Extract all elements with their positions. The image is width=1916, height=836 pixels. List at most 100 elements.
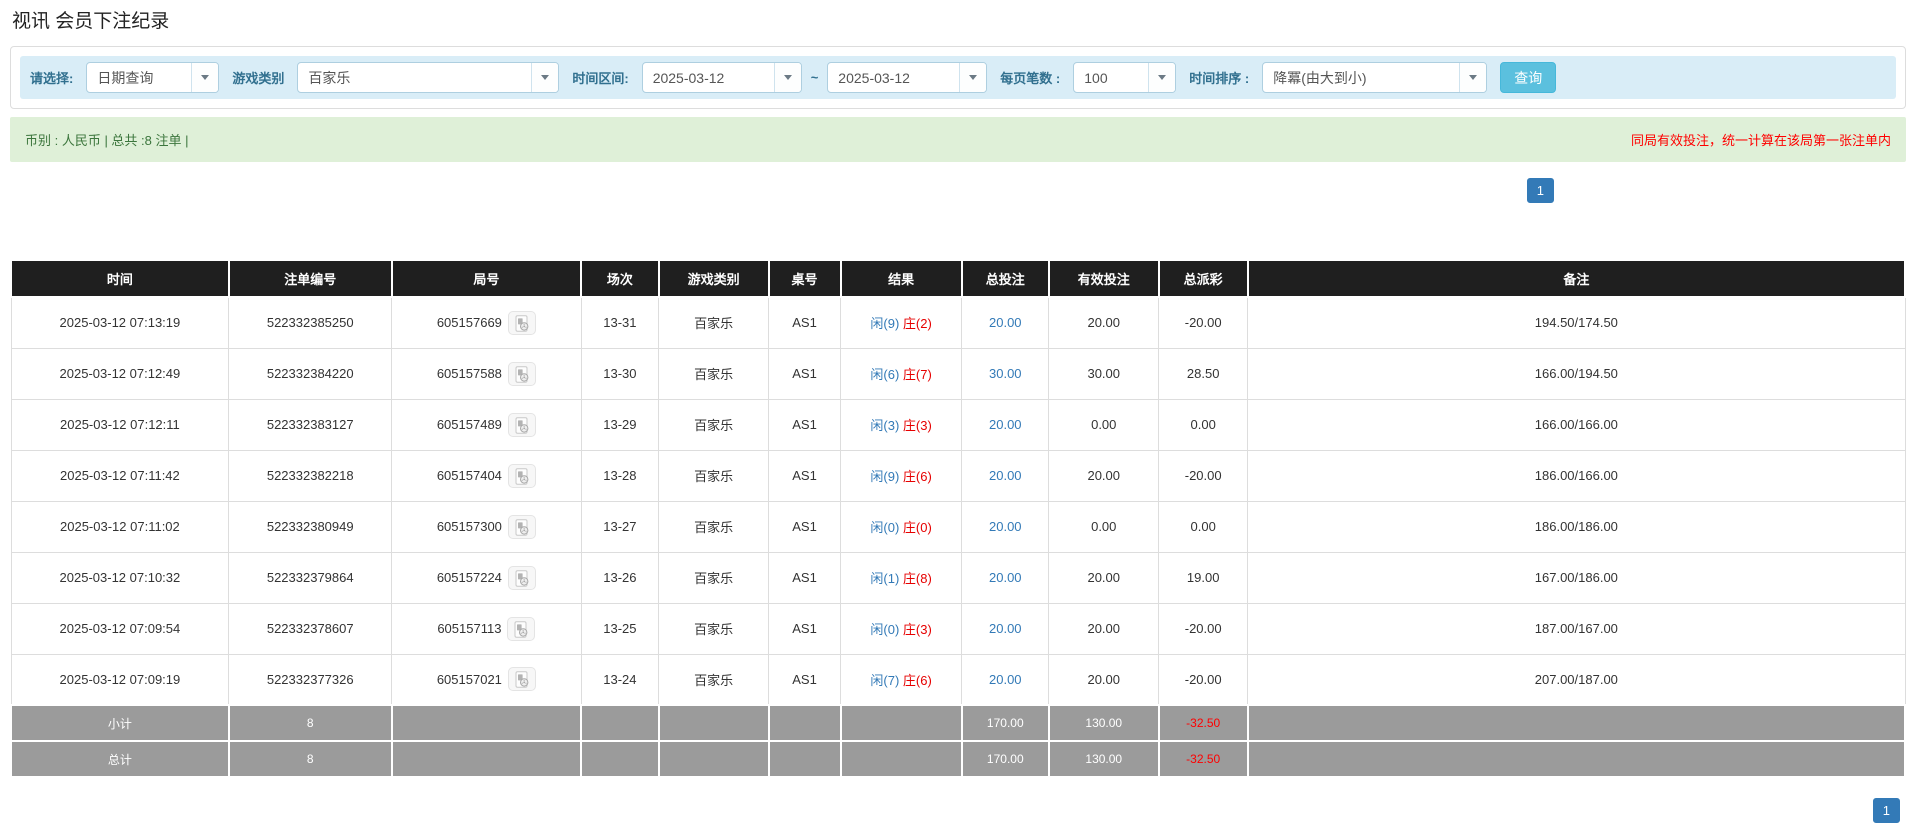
cell-table-no: AS1 — [768, 602, 842, 655]
query-mode-select[interactable]: 日期查询 — [86, 62, 220, 93]
cell-total-bet: 20.00 — [961, 551, 1050, 604]
cell-total-bet: 20.00 — [961, 500, 1050, 553]
video-replay-button[interactable] — [507, 310, 536, 335]
round-id-wrap: 605157489 — [436, 412, 536, 437]
page-size-value: 100 — [1084, 69, 1108, 86]
cell-game-type: 百家乐 — [658, 551, 770, 604]
cell-payout: 0.00 — [1158, 500, 1249, 553]
video-replay-button[interactable] — [507, 412, 536, 437]
cell-valid-bet: 20.00 — [1048, 653, 1160, 706]
cell-bet-id: 522332383127 — [228, 398, 393, 451]
cell-valid-bet: 20.00 — [1048, 296, 1160, 349]
chevron-down-icon[interactable] — [191, 63, 219, 92]
video-replay-button[interactable] — [507, 616, 536, 641]
round-id-text: 605157404 — [436, 468, 502, 483]
totals-empty-cell — [657, 740, 770, 778]
video-replay-button[interactable] — [507, 514, 536, 539]
chevron-down-icon[interactable] — [531, 63, 559, 92]
cell-result: 闲(0) 庄(0) — [840, 500, 963, 553]
date-from-input[interactable]: 2025-03-12 — [641, 62, 802, 93]
result-player: 闲(0) — [870, 520, 900, 535]
column-header: 局号 — [390, 259, 583, 298]
cell-bet-id: 522332378607 — [228, 602, 393, 655]
cell-result: 闲(6) 庄(7) — [840, 347, 963, 400]
cell-total-bet: 20.00 — [961, 398, 1050, 451]
total-bet-link[interactable]: 20.00 — [989, 570, 1022, 585]
totals-valid-bet: 130.00 — [1047, 704, 1160, 742]
table-row: 2025-03-12 07:11:02 522332380949 605157300… — [10, 500, 1906, 553]
pagination-top: 1 — [0, 178, 1916, 203]
video-replay-button[interactable] — [507, 463, 536, 488]
cell-result: 闲(7) 庄(6) — [840, 653, 963, 706]
cell-remark: 166.00/166.00 — [1247, 398, 1906, 451]
date-to-input[interactable]: 2025-03-12 — [827, 62, 988, 93]
game-type-label: 游戏类别 — [232, 71, 285, 86]
date-range-separator: ~ — [810, 70, 819, 85]
chevron-down-icon[interactable] — [1148, 63, 1176, 92]
summary-notice: 同局有效投注，统一计算在该局第一张注单内 — [1630, 133, 1891, 148]
page-size-select[interactable]: 100 — [1073, 62, 1177, 93]
round-id-text: 605157021 — [436, 671, 502, 687]
game-type-select[interactable]: 百家乐 — [297, 62, 560, 93]
sort-order-select[interactable]: 降冪(由大到小) — [1262, 62, 1488, 93]
cell-session: 13-30 — [580, 347, 660, 400]
cell-game-type: 百家乐 — [658, 602, 770, 655]
video-replay-button[interactable] — [507, 667, 536, 692]
cell-table-no: AS1 — [768, 551, 842, 604]
cell-time: 2025-03-12 07:09:19 — [10, 653, 230, 706]
chevron-down-icon[interactable] — [773, 63, 801, 92]
cell-total-bet: 30.00 — [961, 347, 1050, 400]
chevron-down-icon[interactable] — [959, 63, 987, 92]
cell-total-bet: 20.00 — [961, 296, 1050, 349]
cell-time: 2025-03-12 07:13:19 — [10, 296, 230, 349]
page-button-1[interactable]: 1 — [1526, 178, 1554, 203]
table-row: 2025-03-12 07:09:19 522332377326 605157021… — [10, 653, 1906, 706]
cell-total-bet: 20.00 — [961, 602, 1050, 655]
total-bet-link[interactable]: 20.00 — [989, 672, 1022, 687]
table-row: 2025-03-12 07:12:49 522332384220 605157588… — [10, 347, 1906, 400]
chevron-down-icon[interactable] — [1459, 63, 1487, 92]
result-player: 闲(0) — [870, 622, 900, 637]
video-replay-button[interactable] — [507, 565, 536, 590]
video-file-icon — [515, 315, 529, 332]
total-bet-link[interactable]: 20.00 — [989, 621, 1022, 636]
video-replay-button[interactable] — [507, 361, 536, 386]
result-player: 闲(1) — [870, 571, 900, 586]
page-title: 视讯 会员下注纪录 — [12, 11, 170, 32]
pagination-bottom: 1 — [0, 798, 1916, 823]
caret-icon — [783, 75, 792, 80]
sort-order-label: 时间排序 : — [1189, 71, 1250, 86]
search-button[interactable]: 查询 — [1500, 62, 1557, 93]
round-id-wrap: 605157224 — [437, 565, 536, 590]
total-row: 总计 8 170.00 130.00 -32.50 — [10, 740, 1907, 778]
round-id-wrap: 605157300 — [437, 514, 536, 539]
result-player: 闲(3) — [870, 418, 900, 433]
cell-game-type: 百家乐 — [658, 449, 770, 502]
cell-remark: 167.00/186.00 — [1247, 551, 1906, 604]
result-banker: 庄(8) — [902, 571, 932, 586]
bet-records-table: 时间 注单编号 局号 场次 游戏类别 桌号 结果 总投注 有效投注 总派彩 备注 2025-03-1… — [10, 259, 1907, 778]
cell-bet-id: 522332382218 — [228, 449, 393, 502]
total-bet-link[interactable]: 20.00 — [989, 468, 1022, 483]
result-banker: 庄(3) — [902, 418, 932, 433]
cell-bet-id: 522332377326 — [228, 653, 393, 706]
cell-table-no: AS1 — [768, 398, 842, 451]
cell-remark: 186.00/166.00 — [1247, 449, 1906, 502]
summary-text: 币别 : 人民币 | 总共 :8 注单 | — [25, 133, 189, 148]
totals-count: 8 — [227, 740, 393, 778]
cell-result: 闲(0) 庄(3) — [840, 602, 963, 655]
round-id-text: 605157669 — [436, 315, 502, 331]
cell-session: 13-31 — [580, 296, 660, 349]
cell-game-type: 百家乐 — [658, 296, 770, 349]
totals-total-bet: 170.00 — [960, 704, 1050, 742]
page-size-label: 每页笔数 : — [1000, 71, 1061, 86]
page-button-1[interactable]: 1 — [1872, 798, 1900, 823]
video-file-icon — [514, 620, 528, 638]
total-bet-link[interactable]: 30.00 — [989, 366, 1022, 381]
total-bet-link[interactable]: 20.00 — [989, 417, 1022, 432]
cell-round-id: 605157489 — [391, 398, 582, 451]
total-bet-link[interactable]: 20.00 — [989, 519, 1022, 534]
total-bet-link[interactable]: 20.00 — [989, 315, 1022, 330]
round-id-text: 605157489 — [436, 417, 502, 432]
round-id-wrap: 605157404 — [436, 463, 536, 488]
